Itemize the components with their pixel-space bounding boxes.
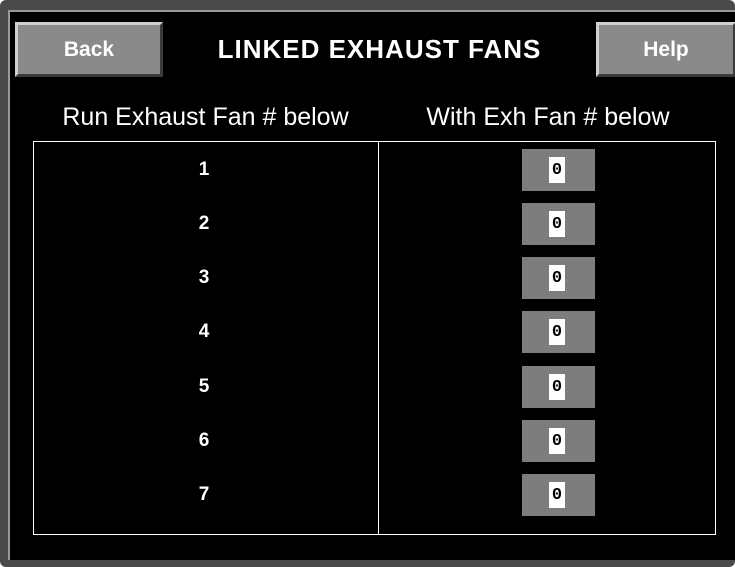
fan-number: 2: [198, 213, 210, 234]
table-row: 5 0: [0, 366, 735, 408]
fan-number: 4: [198, 321, 210, 342]
table-row: 6 0: [0, 420, 735, 462]
linked-fan-value: 0: [549, 428, 565, 454]
column-header-run-fan: Run Exhaust Fan # below: [62, 102, 349, 131]
table-row: 1 0: [0, 149, 735, 191]
fan-number: 1: [198, 159, 210, 180]
help-button[interactable]: Help: [596, 22, 735, 77]
fan-number: 7: [198, 484, 210, 505]
linked-fan-input[interactable]: 0: [522, 474, 595, 516]
fan-number: 5: [198, 376, 210, 397]
fan-number: 6: [198, 430, 210, 451]
linked-fan-value: 0: [549, 157, 565, 183]
page-title: LINKED EXHAUST FANS: [217, 34, 542, 64]
table-row: 2 0: [0, 203, 735, 245]
linked-fan-value: 0: [549, 211, 565, 237]
linked-fan-input[interactable]: 0: [522, 203, 595, 245]
linked-fan-value: 0: [549, 374, 565, 400]
table-row: 3 0: [0, 257, 735, 299]
fan-number: 3: [198, 267, 210, 288]
linked-fan-value: 0: [549, 482, 565, 508]
linked-fan-value: 0: [549, 265, 565, 291]
linked-fan-value: 0: [549, 319, 565, 345]
linked-fan-input[interactable]: 0: [522, 366, 595, 408]
linked-fan-input[interactable]: 0: [522, 257, 595, 299]
table-row: 4 0: [0, 311, 735, 353]
column-header-with-fan: With Exh Fan # below: [426, 102, 670, 131]
linked-fan-input[interactable]: 0: [522, 149, 595, 191]
linked-fan-input[interactable]: 0: [522, 420, 595, 462]
table-row: 7 0: [0, 474, 735, 516]
linked-fan-input[interactable]: 0: [522, 311, 595, 353]
back-button[interactable]: Back: [15, 22, 163, 77]
